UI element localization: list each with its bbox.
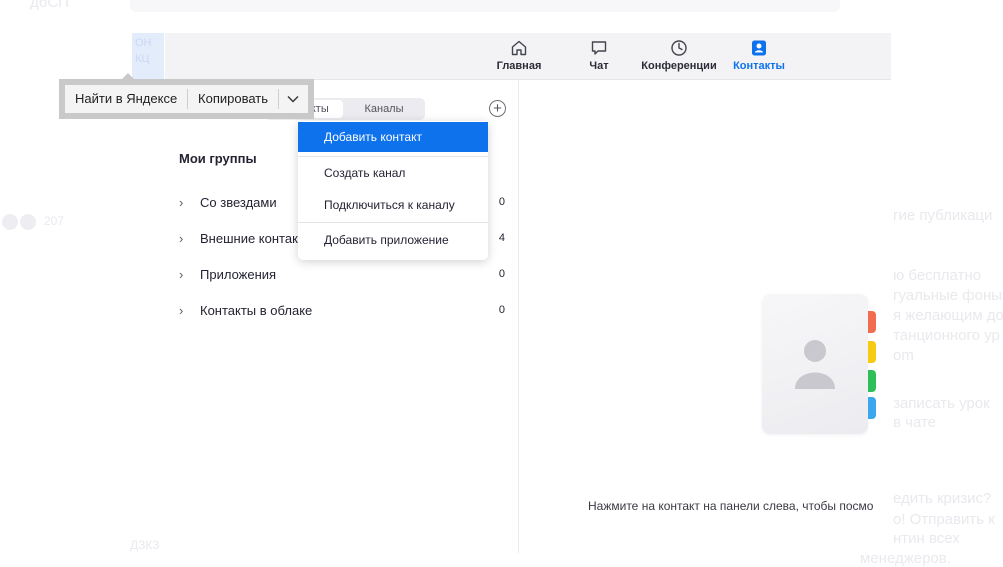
group-count: 4 (498, 232, 505, 244)
contacts-icon (748, 37, 770, 59)
group-count: 0 (498, 268, 505, 280)
chevron-right-icon: › (179, 194, 184, 210)
group-name: Приложения (200, 266, 277, 282)
menu-divider (298, 222, 488, 223)
background-page-strip (130, 0, 840, 12)
chevron-down-icon[interactable] (279, 85, 308, 113)
nav-contacts[interactable]: Контакты (733, 37, 785, 77)
address-book-tab (868, 397, 876, 419)
chevron-right-icon: › (179, 266, 184, 282)
background-text: едить кризис? (893, 490, 992, 507)
nav-chat[interactable]: Чат (584, 37, 614, 77)
background-text: гуальные фоны (893, 287, 1003, 304)
background-avatar (20, 214, 36, 230)
background-text: КЦ (135, 53, 150, 65)
background-avatar (2, 214, 18, 230)
chat-icon (588, 37, 610, 59)
menu-item-add-contact[interactable]: Добавить контакт (298, 122, 488, 152)
background-text: ю бесплатно (893, 267, 982, 284)
groups-title: Мои группы (179, 151, 257, 166)
address-book-tab (868, 311, 876, 333)
chevron-right-icon: › (179, 302, 184, 318)
contact-detail-pane: Нажмите на контакт на панели слева, чтоб… (520, 80, 891, 553)
background-highlight: ОН КЦ (132, 33, 164, 79)
group-row-apps[interactable]: › Приложения 0 (179, 264, 505, 284)
home-icon (508, 37, 530, 59)
chevron-right-icon: › (179, 230, 184, 246)
menu-item-add-app[interactable]: Добавить приложение (298, 225, 488, 255)
search-yandex-button[interactable]: Найти в Яндексе (65, 85, 187, 113)
background-text: ДЗКЗ (130, 538, 160, 552)
copy-button[interactable]: Копировать (188, 85, 278, 113)
background-text: в чате (893, 414, 937, 431)
background-text: я желающим до (893, 307, 1003, 324)
background-text: записать урок (893, 395, 990, 412)
address-book-tab (868, 341, 876, 363)
address-book-tab (868, 370, 876, 392)
background-text: дбСП (30, 0, 69, 11)
background-text: 207 (44, 214, 65, 228)
menu-divider (298, 156, 488, 157)
group-count: 0 (498, 304, 505, 316)
background-text: о! Отправить к (893, 511, 995, 528)
background-text: гие публикаци (893, 207, 993, 224)
background-text: om (893, 347, 914, 364)
nav-home[interactable]: Главная (496, 37, 542, 77)
group-row-cloud[interactable]: › Контакты в облаке 0 (179, 300, 505, 320)
selection-popup: Найти в Яндексе Копировать (59, 79, 314, 119)
add-dropdown-menu: Добавить контакт Создать канал Подключит… (298, 121, 488, 260)
tab-channels[interactable]: Каналы (345, 100, 423, 118)
menu-item-create-channel[interactable]: Создать канал (298, 158, 488, 188)
nav-home-label: Главная (496, 60, 542, 72)
address-book-cover (762, 294, 868, 434)
select-contact-hint: Нажмите на контакт на панели слева, чтоб… (588, 499, 874, 513)
background-text: нтин всех (893, 530, 960, 547)
selection-popup-bar: Найти в Яндексе Копировать (65, 85, 308, 113)
nav-meetings-label: Конференции (641, 60, 717, 72)
top-navigation: Главная Чат Конференции Контакты (165, 33, 891, 80)
plus-circle-icon[interactable]: + (489, 100, 506, 117)
background-text: танционного ур (893, 327, 1000, 344)
clock-icon (668, 37, 690, 59)
address-book-icon (762, 294, 876, 436)
group-name: Контакты в облаке (200, 302, 313, 318)
menu-item-join-channel[interactable]: Подключиться к каналу (298, 190, 488, 220)
background-text: ОН (135, 37, 152, 49)
group-count: 0 (498, 196, 505, 208)
nav-contacts-label: Контакты (733, 60, 785, 72)
nav-chat-label: Чат (589, 60, 609, 72)
nav-meetings[interactable]: Конференции (641, 37, 717, 77)
